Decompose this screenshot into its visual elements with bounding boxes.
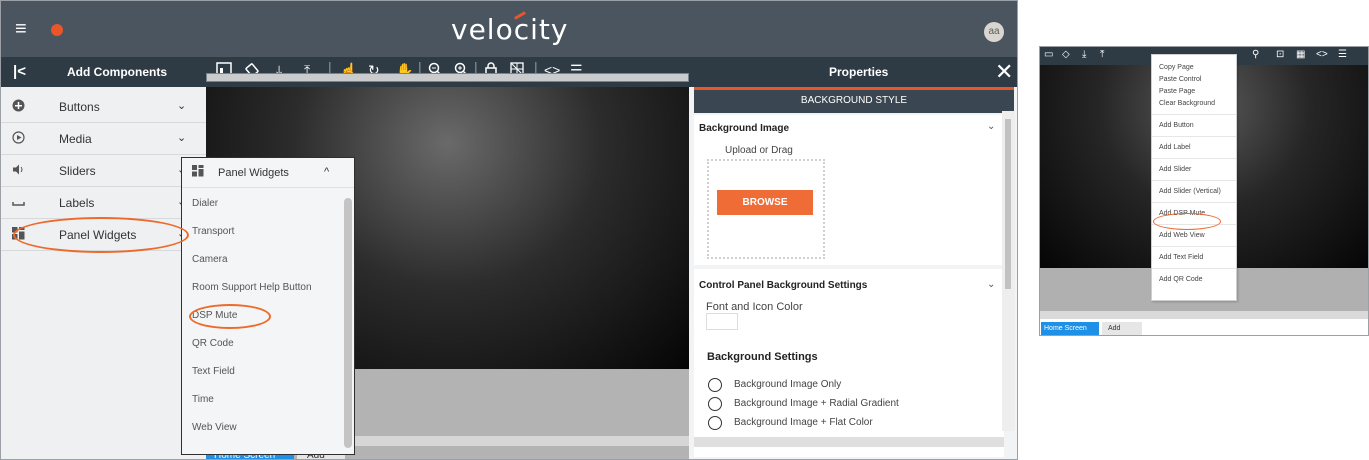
chevron-down-icon: ⌄ <box>177 100 187 112</box>
menu-clear-background[interactable]: Clear Background <box>1159 100 1215 107</box>
highlight-add-dsp-mute <box>1153 213 1221 230</box>
properties-header: Properties ✕ <box>689 57 1017 87</box>
inset-scrollbar[interactable] <box>1040 311 1368 319</box>
toolbar-scrollbar[interactable] <box>206 73 689 82</box>
menu-separator <box>1152 114 1236 115</box>
widget-dialer[interactable]: Dialer <box>192 198 218 209</box>
menu-add-label[interactable]: Add Label <box>1159 144 1191 151</box>
control-panel-settings-title: Control Panel Background Settings <box>699 280 868 291</box>
category-buttons[interactable]: Buttons ⌄ <box>1 91 206 123</box>
editor-toolbar: ⤓ ⤒ | ☝ ↻ ✋ | | | <> ☰ <box>206 57 689 87</box>
category-label: Media <box>59 132 92 146</box>
control-panel-settings-card: Control Panel Background Settings ⌄ <box>694 269 1004 457</box>
menu-separator <box>1152 180 1236 181</box>
popup-scrollbar[interactable] <box>344 198 352 448</box>
inset-add-tab[interactable]: Add <box>1102 322 1142 335</box>
properties-title: Properties <box>829 65 889 79</box>
sliders-icon[interactable]: ☰ <box>1338 49 1347 60</box>
widget-text-field[interactable]: Text Field <box>192 366 235 377</box>
category-label: Sliders <box>59 164 96 178</box>
menu-add-qr-code[interactable]: Add QR Code <box>1159 276 1203 283</box>
context-menu: Copy Page Paste Control Paste Page Clear… <box>1151 54 1237 301</box>
context-menu-screenshot: ▭ ◇ ⤓ ⤒ ⚲ ⊡ ▦ <> ☰ Home Screen Add Copy … <box>1039 46 1369 336</box>
menu-add-slider-vertical[interactable]: Add Slider (Vertical) <box>1159 188 1221 195</box>
add-components-title: Add Components <box>67 65 167 79</box>
hamburger-menu-icon[interactable]: ≡ <box>15 19 27 39</box>
menu-separator <box>1152 136 1236 137</box>
menu-copy-page[interactable]: Copy Page <box>1159 64 1194 71</box>
menu-paste-page[interactable]: Paste Page <box>1159 88 1195 95</box>
components-list: Buttons ⌄ Media ⌄ Sliders ⌄ Labels ⌄ Pan… <box>1 87 206 459</box>
widget-camera[interactable]: Camera <box>192 254 228 265</box>
menu-separator <box>1152 268 1236 269</box>
zoom-in-icon[interactable]: ⚲ <box>1252 49 1259 60</box>
upload-or-drag-text: Upload or Drag <box>725 145 793 156</box>
power-logo-icon <box>51 24 63 36</box>
browse-button[interactable]: BROWSE <box>717 190 813 215</box>
highlight-panel-widgets <box>13 217 189 253</box>
grid-icon[interactable]: ▦ <box>1296 49 1305 60</box>
rotate-icon[interactable]: ◇ <box>1062 49 1070 60</box>
widget-transport[interactable]: Transport <box>192 226 234 237</box>
chevron-down-icon[interactable]: ⌄ <box>987 121 995 132</box>
menu-paste-control[interactable]: Paste Control <box>1159 76 1201 83</box>
category-label: Labels <box>59 196 95 210</box>
chevron-up-icon: ^ <box>324 166 330 178</box>
radio-flat-color[interactable] <box>708 416 722 430</box>
tab-accent <box>694 87 1014 90</box>
widget-room-support-help-button[interactable]: Room Support Help Button <box>192 282 312 293</box>
widget-time[interactable]: Time <box>192 394 214 405</box>
menu-add-text-field[interactable]: Add Text Field <box>1159 254 1203 261</box>
properties-scroll-thumb[interactable] <box>1005 119 1011 289</box>
close-icon[interactable]: ✕ <box>995 59 1013 85</box>
avatar[interactable]: aa <box>984 22 1004 42</box>
plus-circle-icon <box>11 99 25 113</box>
font-icon-color-label: Font and Icon Color <box>706 301 803 313</box>
radio-label: Background Image + Radial Gradient <box>734 398 899 409</box>
lock-icon[interactable]: ⊡ <box>1276 49 1284 60</box>
menu-add-web-view[interactable]: Add Web View <box>1159 232 1205 239</box>
code-icon[interactable]: <> <box>1316 49 1328 60</box>
chevron-down-icon: ⌄ <box>177 132 187 144</box>
radio-label: Background Image Only <box>734 379 842 390</box>
app-window: ≡ velocity aa |< Add Components Buttons … <box>0 0 1018 460</box>
collapse-left-icon[interactable]: |< <box>13 63 26 80</box>
panel-widgets-header[interactable]: Panel Widgets ^ <box>182 158 354 188</box>
menu-separator <box>1152 158 1236 159</box>
category-labels[interactable]: Labels ⌄ <box>1 187 206 219</box>
radio-label: Background Image + Flat Color <box>734 417 873 428</box>
menu-add-button[interactable]: Add Button <box>1159 122 1194 129</box>
radio-radial-gradient[interactable] <box>708 397 722 411</box>
radio-image-only[interactable] <box>708 378 722 392</box>
category-sliders[interactable]: Sliders ⌄ <box>1 155 206 187</box>
widget-qr-code[interactable]: QR Code <box>192 338 234 349</box>
upload-icon[interactable]: ⤒ <box>1100 49 1104 60</box>
screen-icon[interactable]: ▭ <box>1044 49 1053 60</box>
menu-separator <box>1152 246 1236 247</box>
add-components-header: |< Add Components <box>1 57 206 87</box>
chevron-down-icon[interactable]: ⌄ <box>987 279 995 290</box>
volume-icon <box>11 163 25 177</box>
category-label: Buttons <box>59 100 100 114</box>
menu-add-slider[interactable]: Add Slider <box>1159 166 1191 173</box>
category-media[interactable]: Media ⌄ <box>1 123 206 155</box>
play-circle-icon <box>11 131 25 145</box>
download-icon[interactable]: ⤓ <box>1082 49 1086 60</box>
top-bar: ≡ velocity aa <box>1 1 1017 57</box>
color-picker[interactable] <box>706 313 738 330</box>
brand-logo: velocity <box>451 13 569 46</box>
properties-panel: BACKGROUND STYLE Background Image ⌄ Uplo… <box>689 87 1017 459</box>
background-style-tab[interactable]: BACKGROUND STYLE <box>694 89 1014 113</box>
background-settings-title: Background Settings <box>707 351 818 363</box>
label-icon <box>11 195 25 209</box>
highlight-dsp-mute <box>189 304 271 329</box>
widgets-icon <box>192 165 204 180</box>
panel-widgets-label: Panel Widgets <box>218 167 289 179</box>
background-image-title: Background Image <box>699 123 790 134</box>
menu-separator <box>1152 202 1236 203</box>
properties-h-scrollbar[interactable] <box>694 437 1004 447</box>
inset-home-screen-tab[interactable]: Home Screen <box>1041 322 1099 335</box>
widget-web-view[interactable]: Web View <box>192 422 237 433</box>
